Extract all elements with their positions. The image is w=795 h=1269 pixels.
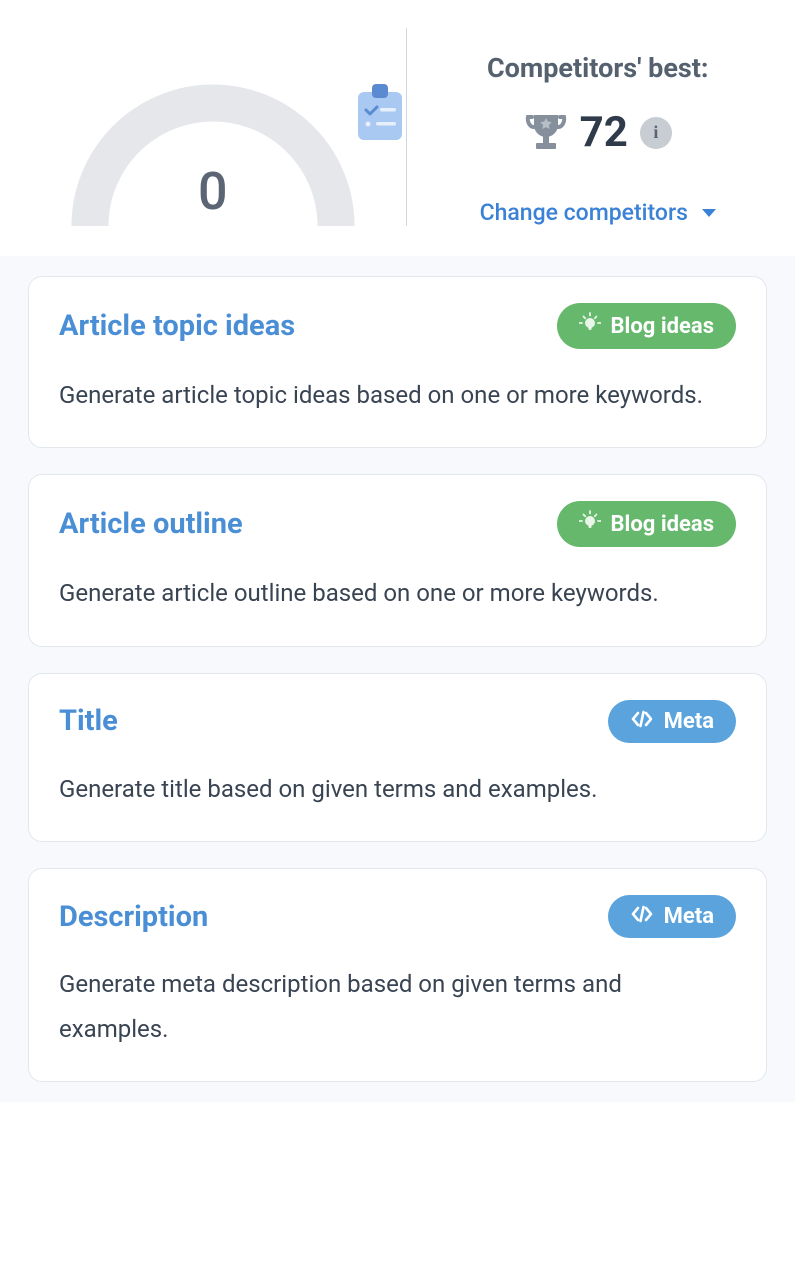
score-panel: 0 Competitors' best: — [0, 0, 795, 256]
meta-pill[interactable]: Meta — [608, 895, 736, 938]
trophy-icon — [524, 111, 568, 155]
competitors-score-row: 72 i — [524, 108, 672, 157]
pill-label: Meta — [664, 904, 714, 929]
blog-ideas-pill[interactable]: Blog ideas — [557, 501, 736, 547]
code-icon — [630, 709, 654, 734]
meta-pill[interactable]: Meta — [608, 700, 736, 743]
lightbulb-icon — [579, 510, 601, 538]
card-title[interactable]: Article topic ideas — [59, 309, 295, 343]
change-competitors-link[interactable]: Change competitors — [480, 199, 716, 226]
card-title[interactable]: Description — [59, 900, 208, 934]
chevron-down-icon — [702, 209, 716, 217]
card-title[interactable]: Article outline — [59, 507, 243, 541]
cards-list: Article topic ideas — [0, 256, 795, 1102]
pill-label: Blog ideas — [611, 314, 714, 339]
info-icon[interactable]: i — [640, 117, 672, 149]
blog-ideas-pill[interactable]: Blog ideas — [557, 303, 736, 349]
competitors-column: Competitors' best: 72 i Change competito… — [415, 28, 768, 226]
competitors-score: 72 — [580, 108, 628, 157]
card-description: Generate meta description based on given… — [59, 962, 736, 1051]
card-header: Title Meta — [59, 700, 736, 743]
score-value: 0 — [198, 161, 228, 226]
card-article-outline: Article outline Bl — [28, 474, 767, 646]
card-description: Generate title based on given terms and … — [59, 767, 736, 811]
pill-label: Meta — [664, 709, 714, 734]
card-header: Article topic ideas — [59, 303, 736, 349]
lightbulb-icon — [579, 312, 601, 340]
gauge-column: 0 — [28, 28, 398, 226]
clipboard-icon[interactable] — [354, 82, 406, 146]
change-competitors-label: Change competitors — [480, 199, 688, 226]
card-header: Description Meta — [59, 895, 736, 938]
card-article-topic-ideas: Article topic ideas — [28, 276, 767, 448]
card-description: Generate article outline based on one or… — [59, 571, 736, 615]
card-title-generator: Title Meta Generate title based on given… — [28, 673, 767, 842]
card-description-generator: Description Meta Generate meta descripti… — [28, 868, 767, 1082]
competitors-label: Competitors' best: — [487, 52, 709, 84]
code-icon — [630, 904, 654, 929]
card-title[interactable]: Title — [59, 704, 118, 738]
pill-label: Blog ideas — [611, 512, 714, 537]
card-header: Article outline Bl — [59, 501, 736, 547]
card-description: Generate article topic ideas based on on… — [59, 373, 736, 417]
score-gauge: 0 — [68, 81, 358, 226]
